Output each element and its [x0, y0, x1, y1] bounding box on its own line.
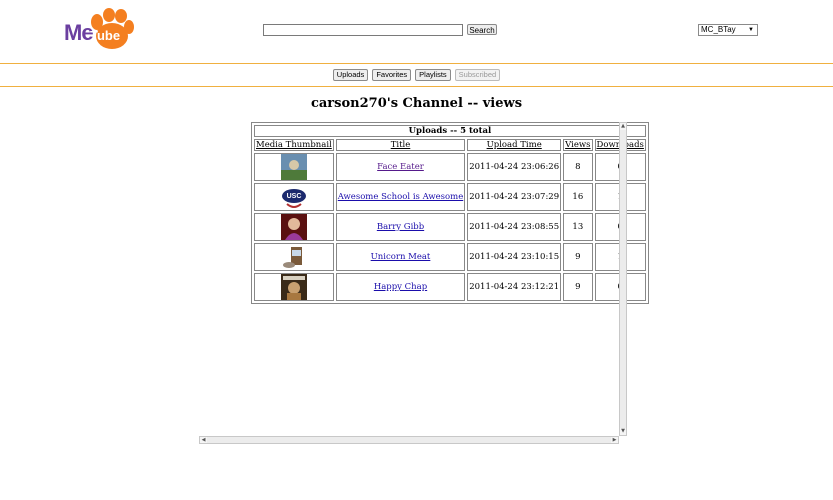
upload-time-cell: 2011-04-24 23:10:15 [467, 243, 562, 271]
table-row: Barry Gibb 2011-04-24 23:08:55 13 0 [254, 213, 646, 241]
scroll-down-icon[interactable]: ▼ [620, 428, 626, 435]
column-header-thumbnail[interactable]: Media Thumbnail [254, 139, 334, 151]
header: Me Tube Search MC_BTay ▼ [0, 0, 833, 64]
page-title: carson270's Channel -- views [310, 96, 523, 111]
video-title-link[interactable]: Happy Chap [374, 282, 427, 292]
user-menu-value: MC_BTay [701, 25, 736, 34]
table-caption: Uploads -- 5 total [254, 125, 646, 137]
title-cell: Awesome School is Awesome [335, 183, 466, 211]
nav-divider [0, 86, 833, 87]
video-title-link[interactable]: Face Eater [377, 162, 424, 172]
column-header-views[interactable]: Views [563, 139, 593, 151]
thumbnail-cell[interactable] [254, 243, 334, 271]
scroll-right-icon[interactable]: ▶ [611, 437, 618, 443]
views-cell: 9 [563, 273, 593, 301]
video-title-link[interactable]: Awesome School is Awesome [338, 192, 463, 202]
views-cell: 13 [563, 213, 593, 241]
horizontal-scrollbar[interactable]: ◀ ▶ [199, 436, 619, 444]
upload-time-cell: 2011-04-24 23:06:26 [467, 153, 562, 181]
table-row: Happy Chap 2011-04-24 23:12:21 9 0 [254, 273, 646, 301]
uploads-table: Uploads -- 5 total Media Thumbnail Title… [251, 122, 649, 304]
favorites-button[interactable]: Favorites [372, 69, 412, 81]
portrait-thumbnail-icon[interactable] [280, 214, 307, 240]
column-header-title[interactable]: Title [335, 139, 466, 151]
photo-thumbnail-icon[interactable] [280, 274, 307, 300]
svg-text:USC: USC [286, 193, 301, 200]
subscribed-button: Subscribed [454, 69, 501, 81]
metube-logo[interactable]: Me Tube [64, 8, 134, 52]
logo-tube-text: Tube [90, 28, 121, 43]
video-title-link[interactable]: Unicorn Meat [371, 252, 431, 262]
channel-nav: Uploads Favorites Playlists Subscribed [0, 69, 833, 81]
upload-time-cell: 2011-04-24 23:07:29 [467, 183, 562, 211]
header-divider [0, 63, 833, 64]
title-cell: Happy Chap [335, 273, 466, 301]
thumbnail-cell[interactable] [254, 273, 334, 301]
search-button[interactable]: Search [467, 24, 497, 35]
table-row: Unicorn Meat 2011-04-24 23:10:15 9 1 [254, 243, 646, 271]
title-cell: Unicorn Meat [335, 243, 466, 271]
playlists-button[interactable]: Playlists [415, 69, 451, 81]
vertical-scrollbar[interactable]: ▲ ▼ [619, 122, 627, 436]
thumbnail-cell[interactable] [254, 153, 334, 181]
upload-time-cell: 2011-04-24 23:12:21 [467, 273, 562, 301]
views-cell: 9 [563, 243, 593, 271]
column-header-upload-time[interactable]: Upload Time [467, 139, 562, 151]
uploads-button[interactable]: Uploads [332, 69, 369, 81]
product-thumbnail-icon[interactable] [280, 244, 307, 270]
title-cell: Face Eater [335, 153, 466, 181]
views-cell: 8 [563, 153, 593, 181]
upload-time-cell: 2011-04-24 23:08:55 [467, 213, 562, 241]
table-row: USC Awesome School is Awesome 2011-04-24… [254, 183, 646, 211]
table-row: Face Eater 2011-04-24 23:06:26 8 0 [254, 153, 646, 181]
video-title-link[interactable]: Barry Gibb [377, 222, 424, 232]
photo-thumbnail-icon[interactable] [280, 154, 307, 180]
thumbnail-cell[interactable] [254, 213, 334, 241]
usc-logo-thumbnail-icon[interactable]: USC [280, 184, 307, 210]
views-cell: 16 [563, 183, 593, 211]
dropdown-arrow-icon: ▼ [748, 27, 754, 33]
scroll-left-icon[interactable]: ◀ [200, 437, 207, 443]
user-menu-select[interactable]: MC_BTay ▼ [698, 24, 758, 36]
search-input[interactable] [263, 24, 463, 36]
title-cell: Barry Gibb [335, 213, 466, 241]
thumbnail-cell[interactable]: USC [254, 183, 334, 211]
scroll-up-icon[interactable]: ▲ [620, 123, 626, 130]
